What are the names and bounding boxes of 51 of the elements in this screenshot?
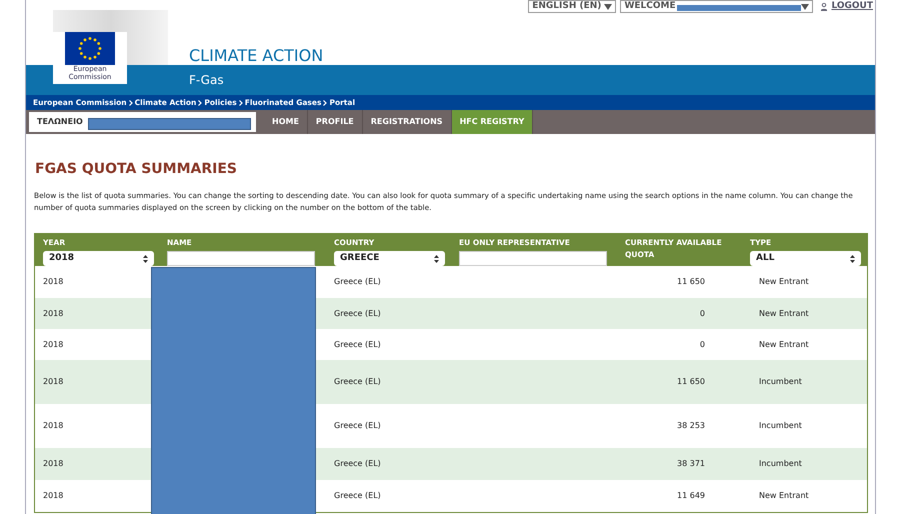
- search-field[interactable]: [167, 251, 315, 266]
- table-cell-text: Greece (EL): [334, 490, 382, 502]
- site-title: CLIMATE ACTION: [189, 45, 324, 67]
- table-cell-text: Greece (EL): [334, 420, 382, 432]
- table-cell-text: 2018: [43, 338, 64, 350]
- chevron-icon: [128, 100, 133, 106]
- updown-icon: [850, 254, 855, 262]
- table-cell-text: 38 253: [676, 420, 705, 432]
- user-icon: [821, 2, 828, 11]
- logout-link[interactable]: LOGOUT: [831, 0, 873, 14]
- welcome-dropdown[interactable]: WELCOME: [620, 0, 814, 14]
- select-field[interactable]: ALL: [750, 251, 861, 266]
- table-cell: New Entrant: [759, 276, 809, 288]
- table-cell-text: 11 650: [676, 376, 705, 388]
- updown-icon: [434, 254, 439, 262]
- table-cell-text: Greece (EL): [334, 376, 382, 388]
- table-cell-text: Greece (EL): [334, 338, 382, 350]
- user-box: ΤΕΛΩΝΕΙΟ: [29, 112, 256, 132]
- table-cell-text: 2018: [43, 308, 64, 320]
- table-cell: New Entrant: [759, 338, 809, 350]
- search-field[interactable]: [459, 251, 607, 266]
- chevron-icon: [238, 100, 243, 106]
- chevron-icon: [323, 100, 328, 106]
- page-heading: FGAS QUOTA SUMMARIES: [35, 160, 238, 179]
- select-field[interactable]: 2018: [43, 251, 154, 266]
- table-cell-text: 11 650: [676, 276, 705, 288]
- caret-icon: [604, 4, 612, 10]
- language-dropdown[interactable]: ENGLISH (EN): [528, 0, 616, 14]
- table-cell-text: 2018: [43, 420, 64, 432]
- table-cell-text: 0: [698, 338, 705, 350]
- flag-logo-icon: [65, 32, 115, 65]
- table-cell-text: Greece (EL): [334, 308, 382, 320]
- table-cell: New Entrant: [759, 308, 809, 320]
- table-cell-text: 38 371: [676, 458, 705, 470]
- table-cell: New Entrant: [759, 490, 809, 502]
- table-cell: Incumbent: [759, 420, 802, 432]
- table-cell-text: 2018: [43, 490, 64, 502]
- table-cell-text: 11 649: [676, 490, 705, 502]
- caret-icon: [801, 4, 810, 10]
- updown-icon: [143, 254, 148, 262]
- table-cell: Incumbent: [759, 376, 802, 388]
- table-cell-text: 0: [698, 308, 705, 320]
- table-cell: Incumbent: [759, 458, 802, 470]
- chevron-icon: [198, 100, 202, 106]
- site-subtitle: F-Gas: [189, 73, 224, 87]
- table-cell-text: 2018: [43, 458, 64, 470]
- table-cell-text: Greece (EL): [334, 458, 382, 470]
- select-field[interactable]: GREECE: [334, 251, 445, 266]
- table-cell-text: 2018: [43, 276, 64, 288]
- table-cell-text: Greece (EL): [334, 276, 382, 288]
- table-cell-text: 2018: [43, 376, 64, 388]
